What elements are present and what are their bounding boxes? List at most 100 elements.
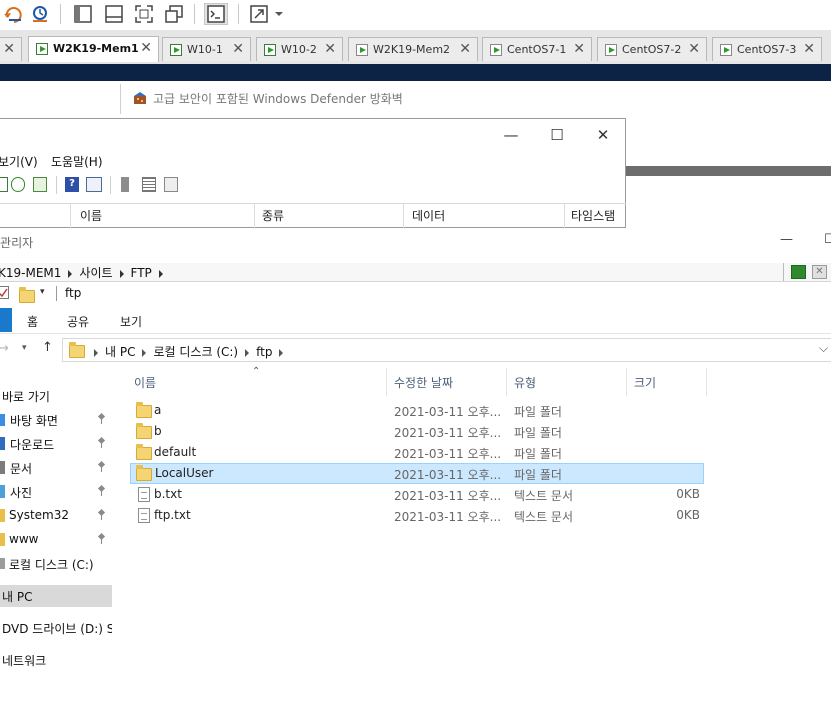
chevron-down-icon[interactable] — [272, 3, 286, 25]
file-row[interactable]: default 2021-03-11 오후... 파일 폴더 — [130, 442, 704, 463]
pin-icon[interactable] — [98, 462, 106, 472]
close-icon[interactable]: ✕ — [232, 41, 244, 57]
column-data[interactable]: 데이터 — [412, 207, 445, 224]
nav-this-pc[interactable]: 내 PC — [0, 585, 112, 607]
column-name[interactable]: 이름 — [80, 207, 102, 224]
nav-pictures[interactable]: 사진 — [0, 481, 112, 503]
iis-title-fragment: \관리자 — [0, 236, 34, 250]
menu-view[interactable]: 보기(V) — [0, 153, 38, 170]
minimize-icon[interactable]: — — [488, 121, 534, 149]
sidebar-toggle-icon[interactable] — [71, 3, 95, 25]
column-type[interactable]: 종류 — [262, 207, 284, 224]
nav-local-disk[interactable]: 로컬 디스크 (C:) — [0, 553, 112, 575]
breadcrumb-sites[interactable]: 사이트 — [79, 266, 112, 280]
pin-icon[interactable] — [98, 510, 106, 520]
address-local-disk[interactable]: 로컬 디스크 (C:) — [153, 345, 238, 359]
file-row-selected[interactable]: LocalUser 2021-03-11 오후... 파일 폴더 — [130, 463, 704, 484]
recent-locations-icon[interactable]: ▾ — [22, 343, 27, 353]
qat-dropdown-icon[interactable]: ▾ — [40, 287, 45, 297]
properties-icon[interactable] — [86, 177, 102, 192]
pin-icon[interactable] — [98, 438, 106, 448]
registry-editor-window[interactable]: — ☐ ✕ 보기(V) 도움말(H) ? 이름 종류 데이터 타임스탬프 — [0, 118, 626, 240]
close-icon[interactable]: ✕ — [688, 41, 700, 57]
nav-network[interactable]: 네트워크 — [0, 649, 112, 671]
up-arrow-icon[interactable]: ↑ — [42, 340, 53, 355]
file-row[interactable]: ftp.txt 2021-03-11 오후... 텍스트 문서 0KB — [130, 505, 704, 526]
menu-help[interactable]: 도움말(H) — [51, 153, 103, 170]
close-icon[interactable]: ✕ — [573, 41, 585, 57]
stretch-guest-icon[interactable] — [248, 3, 272, 25]
address-bar[interactable]: 내 PC 로컬 디스크 (C:) ftp ⌵ — [62, 338, 831, 362]
column-type[interactable]: 유형 — [514, 374, 536, 391]
column-size[interactable]: 크기 — [634, 374, 656, 391]
column-date-modified[interactable]: 수정한 날짜 — [394, 374, 453, 391]
ribbon-tab-home[interactable]: 홈 — [27, 313, 38, 330]
maximize-icon[interactable]: ☐ — [534, 121, 580, 149]
ribbon-tab-share[interactable]: 공유 — [67, 313, 89, 330]
column-name[interactable]: 이름 — [134, 374, 156, 391]
close-icon[interactable]: ✕ — [3, 41, 15, 57]
file-tab[interactable] — [0, 308, 12, 332]
column-icon[interactable] — [121, 177, 129, 192]
forward-arrow-icon[interactable]: → — [0, 341, 9, 356]
vm-tab-centos7-2[interactable]: CentOS7-2 ✕ — [597, 37, 707, 61]
toolbar-item-icon[interactable] — [0, 177, 8, 192]
breadcrumb-ftp[interactable]: FTP — [131, 266, 152, 280]
pin-icon[interactable] — [98, 486, 106, 496]
chevron-down-icon[interactable]: ⌵ — [819, 341, 828, 356]
nav-downloads[interactable]: 다운로드 — [0, 433, 112, 455]
vm-tab-w2k19-mem2[interactable]: W2K19-Mem2 ✕ — [348, 37, 478, 61]
help-icon[interactable]: ? — [65, 177, 79, 192]
pin-icon[interactable] — [98, 414, 106, 424]
nav-system32[interactable]: System32 — [0, 505, 112, 527]
breadcrumb-server[interactable]: K19-MEM1 — [0, 266, 61, 280]
unity-icon[interactable] — [162, 3, 186, 25]
file-row[interactable]: a 2021-03-11 오후... 파일 폴더 — [130, 400, 704, 421]
vm-tab-centos7-1[interactable]: CentOS7-1 ✕ — [482, 37, 592, 61]
maximize-icon[interactable]: ☐ — [824, 232, 831, 247]
properties-checkbox-icon[interactable] — [0, 286, 9, 299]
file-type: 텍스트 문서 — [514, 510, 574, 524]
close-icon[interactable]: ✕ — [580, 121, 626, 149]
ribbon-tab-view[interactable]: 보기 — [120, 313, 142, 330]
nav-documents[interactable]: 문서 — [0, 457, 112, 479]
file-size: 0KB — [676, 508, 700, 522]
address-this-pc[interactable]: 내 PC — [105, 345, 135, 359]
nav-dvd-drive[interactable]: DVD 드라이브 (D:) S — [0, 617, 112, 639]
vm-powered-icon — [605, 44, 617, 56]
file-date: 2021-03-11 오후... — [394, 426, 502, 440]
vm-tab-label: W10-1 — [187, 43, 223, 56]
address-ftp[interactable]: ftp — [256, 345, 272, 359]
revert-snapshot-icon[interactable] — [2, 3, 26, 25]
file-row[interactable]: b.txt 2021-03-11 오후... 텍스트 문서 0KB — [130, 484, 704, 505]
minimize-icon[interactable]: — — [780, 232, 793, 247]
vm-tab-w10-2[interactable]: W10-2 ✕ — [256, 37, 343, 61]
desktop-icon — [0, 414, 5, 426]
vm-tab-centos7-3[interactable]: CentOS7-3 ✕ — [712, 37, 822, 61]
list-icon[interactable] — [142, 177, 156, 192]
snapshot-manager-icon[interactable] — [28, 3, 52, 25]
refresh-icon[interactable] — [11, 177, 25, 192]
nav-quick-access[interactable]: 바로 가기 — [0, 385, 112, 407]
regedit-toolbar: ? — [0, 174, 626, 196]
nav-desktop[interactable]: 바탕 화면 — [0, 409, 112, 431]
file-row[interactable]: b 2021-03-11 오후... 파일 폴더 — [130, 421, 704, 442]
full-screen-icon[interactable] — [132, 3, 156, 25]
close-icon[interactable]: ✕ — [459, 41, 471, 57]
file-name: b — [154, 424, 162, 438]
close-icon[interactable]: ✕ — [803, 41, 815, 57]
stop-icon[interactable]: ✕ — [812, 265, 827, 279]
vm-tab-w10-1[interactable]: W10-1 ✕ — [162, 37, 251, 61]
nav-www[interactable]: www — [0, 529, 112, 551]
export-icon[interactable] — [33, 177, 47, 192]
pin-icon[interactable] — [98, 534, 106, 544]
thumbnail-bar-icon[interactable] — [102, 3, 126, 25]
vm-tab-w2k19-mem1[interactable]: W2K19-Mem1 ✕ — [28, 36, 159, 62]
vm-tab-partial[interactable]: ✕ — [0, 37, 22, 61]
close-icon[interactable]: ✕ — [324, 41, 336, 57]
defender-firewall-window[interactable]: 고급 보안이 포함된 Windows Defender 방화벽 — [120, 84, 831, 114]
close-icon[interactable]: ✕ — [140, 40, 152, 56]
details-icon[interactable] — [164, 177, 178, 192]
console-view-icon[interactable] — [204, 3, 228, 25]
refresh-icon[interactable] — [791, 265, 806, 279]
